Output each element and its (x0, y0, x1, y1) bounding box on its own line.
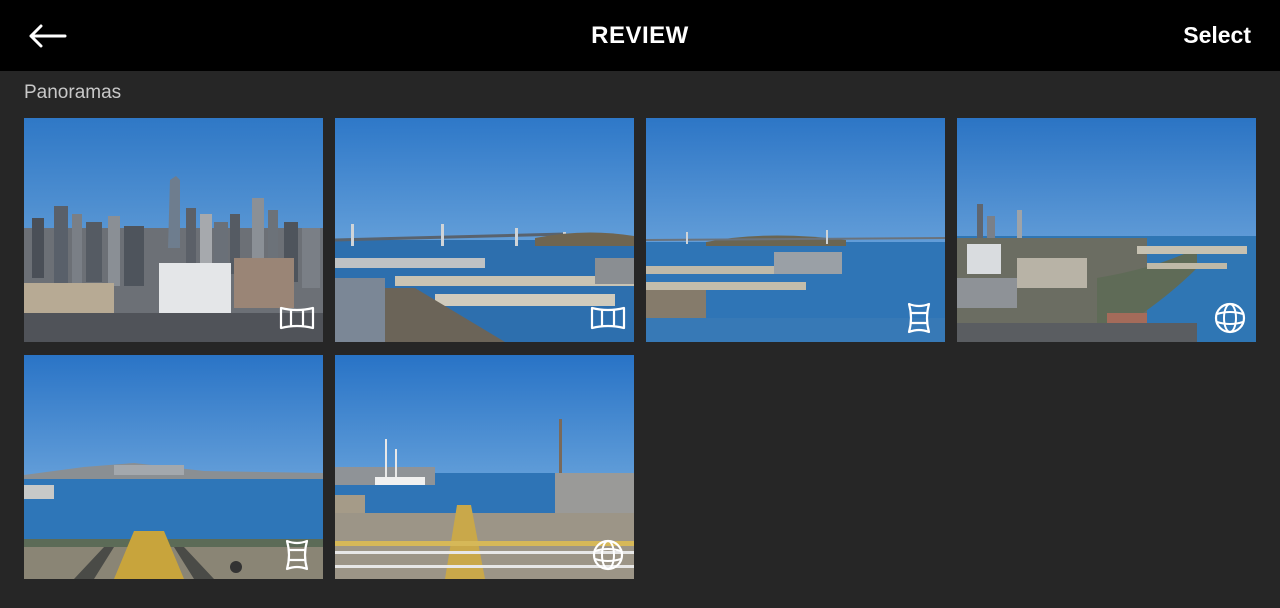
panorama-thumbnail[interactable] (646, 118, 945, 342)
wide-panorama-icon (279, 302, 315, 334)
panorama-thumbnail[interactable] (335, 118, 634, 342)
select-button[interactable]: Select (1183, 22, 1251, 49)
top-bar: REVIEW Select (0, 0, 1280, 71)
panorama-thumbnail[interactable] (24, 355, 323, 579)
vertical-panorama-icon (279, 539, 315, 571)
page-title: REVIEW (591, 22, 689, 49)
sphere-panorama-icon (1212, 302, 1248, 334)
panorama-thumbnail[interactable] (957, 118, 1256, 342)
panorama-thumbnail[interactable] (335, 355, 634, 579)
sphere-panorama-icon (590, 539, 626, 571)
panorama-thumbnail[interactable] (24, 118, 323, 342)
panorama-grid (24, 118, 1256, 579)
wide-panorama-icon (590, 302, 626, 334)
section-label: Panoramas (24, 82, 122, 103)
vertical-panorama-icon (901, 302, 937, 334)
